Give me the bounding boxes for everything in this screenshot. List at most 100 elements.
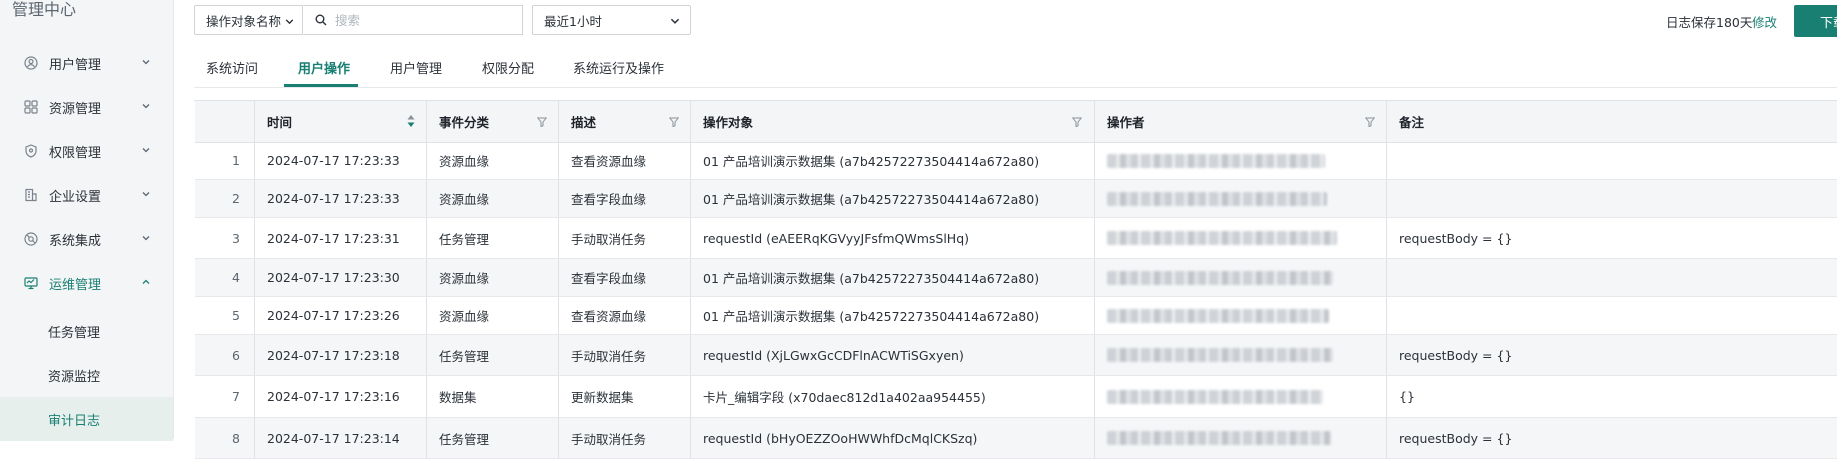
cell-target: 卡片_编辑字段 (x70daec812d1a402aa954455) — [691, 376, 1095, 417]
cell-time: 2024-07-17 17:23:33 — [255, 142, 427, 179]
cell-time: 2024-07-17 17:23:33 — [255, 180, 427, 217]
cell-category: 资源血缘 — [427, 259, 559, 296]
cell-target: requestId (eAEERqKGVyyJFsfmQWmsSlHq) — [691, 218, 1095, 258]
download-button[interactable]: 下载 — [1794, 5, 1837, 37]
sidebar-item-label: 用户管理 — [49, 57, 102, 73]
user-icon — [24, 56, 38, 70]
tab-user-operations[interactable]: 用户操作 — [298, 54, 350, 88]
redacted-operator — [1107, 191, 1327, 206]
cell-description: 查看资源血缘 — [559, 297, 691, 334]
app-title: 管理中心 — [12, 0, 77, 19]
row-index: 3 — [195, 218, 255, 258]
tab-user-management[interactable]: 用户管理 — [390, 54, 442, 88]
redacted-operator — [1107, 348, 1333, 362]
chevron-up-icon — [141, 277, 153, 289]
search-box[interactable] — [303, 5, 523, 35]
sidebar-subitem-label: 资源监控 — [48, 369, 101, 385]
cell-target: 01 产品培训演示数据集 (a7b42572273504414a672a80) — [691, 259, 1095, 296]
cell-operator — [1095, 142, 1387, 179]
cell-target: 01 产品培训演示数据集 (a7b42572273504414a672a80) — [691, 142, 1095, 179]
redacted-operator — [1107, 270, 1333, 285]
chevron-down-icon — [141, 233, 153, 245]
table-row[interactable]: 5 2024-07-17 17:23:26 资源血缘 查看资源血缘 01 产品培… — [195, 297, 1837, 335]
cell-remark — [1387, 259, 1837, 296]
cell-time: 2024-07-17 17:23:30 — [255, 259, 427, 296]
download-button-label: 下载 — [1820, 15, 1837, 31]
field-select[interactable]: 操作对象名称 — [194, 5, 303, 35]
tab-permission-assignment[interactable]: 权限分配 — [482, 54, 534, 88]
column-header-target[interactable]: 操作对象 — [691, 101, 1095, 142]
cell-target: requestId (bHyOEZZOoHWWhfDcMqlCKSzq) — [691, 418, 1095, 458]
column-header-label: 时间 — [267, 115, 293, 130]
search-icon — [315, 14, 327, 26]
table-row[interactable]: 1 2024-07-17 17:23:33 资源血缘 查看资源血缘 01 产品培… — [195, 142, 1837, 180]
cell-operator — [1095, 418, 1387, 458]
integration-icon — [24, 232, 38, 246]
sidebar-subitem-task-management[interactable]: 任务管理 — [0, 309, 173, 353]
cell-description: 查看字段血缘 — [559, 180, 691, 217]
cell-operator — [1095, 259, 1387, 296]
sidebar-item-permission-management[interactable]: 权限管理 — [0, 129, 173, 173]
chevron-down-icon — [284, 15, 295, 30]
sidebar-item-label: 权限管理 — [49, 145, 102, 161]
cell-target: requestId (XjLGwxGcCDFlnACWTiSGxyen) — [691, 335, 1095, 375]
building-icon — [24, 188, 38, 202]
cell-category: 资源血缘 — [427, 180, 559, 217]
column-header-label: 描述 — [571, 115, 597, 130]
redacted-operator — [1107, 389, 1323, 404]
redacted-operator — [1107, 153, 1325, 168]
search-input[interactable] — [333, 11, 507, 29]
log-retention-text: 日志保存180天 — [1666, 15, 1753, 30]
column-header-category[interactable]: 事件分类 — [427, 101, 559, 142]
sidebar: 管理中心 用户管理 资源管理 权限管理 企业设置 系统集成 运维管理 任务管理 … — [0, 0, 174, 441]
sidebar-item-resource-management[interactable]: 资源管理 — [0, 85, 173, 129]
monitor-icon — [24, 276, 38, 290]
filter-icon[interactable] — [536, 115, 548, 128]
cell-remark: requestBody = {} — [1399, 430, 1513, 446]
row-index: 7 — [195, 376, 255, 417]
row-index: 4 — [195, 259, 255, 296]
column-header-operator[interactable]: 操作者 — [1095, 101, 1387, 142]
cell-description: 更新数据集 — [559, 376, 691, 417]
table-header: 时间 事件分类 描述 操作对象 操作者 备注 — [195, 101, 1837, 143]
cell-target: 01 产品培训演示数据集 (a7b42572273504414a672a80) — [691, 297, 1095, 334]
sidebar-subitem-resource-monitoring[interactable]: 资源监控 — [0, 353, 173, 397]
sidebar-subitem-audit-log[interactable]: 审计日志 — [0, 397, 173, 441]
column-header-remark: 备注 — [1387, 101, 1837, 142]
tab-system-access[interactable]: 系统访问 — [206, 54, 258, 88]
modify-retention-link[interactable]: 修改 — [1752, 12, 1777, 31]
filter-icon[interactable] — [1364, 115, 1376, 128]
table-row[interactable]: 2 2024-07-17 17:23:33 资源血缘 查看字段血缘 01 产品培… — [195, 180, 1837, 218]
sidebar-item-system-integration[interactable]: 系统集成 — [0, 217, 173, 261]
sidebar-item-ops-management[interactable]: 运维管理 — [0, 261, 173, 305]
redacted-operator — [1107, 431, 1331, 445]
chevron-down-icon — [669, 15, 681, 30]
row-index: 8 — [195, 418, 255, 458]
column-header-label: 操作对象 — [703, 115, 754, 130]
time-range-select[interactable]: 最近1小时 — [532, 5, 691, 35]
cell-operator — [1095, 335, 1387, 375]
table-row[interactable]: 3 2024-07-17 17:23:31 任务管理 手动取消任务 reques… — [195, 218, 1837, 259]
cell-category: 任务管理 — [427, 335, 559, 375]
row-index: 2 — [195, 180, 255, 217]
cell-time: 2024-07-17 17:23:16 — [255, 376, 427, 417]
column-header-description[interactable]: 描述 — [559, 101, 691, 142]
sidebar-item-enterprise-settings[interactable]: 企业设置 — [0, 173, 173, 217]
sort-icon[interactable] — [407, 114, 415, 128]
tab-system-operations[interactable]: 系统运行及操作 — [573, 54, 664, 88]
sidebar-item-user-management[interactable]: 用户管理 — [0, 41, 173, 85]
cell-operator — [1095, 218, 1387, 258]
column-header-label: 备注 — [1399, 115, 1425, 130]
redacted-operator — [1107, 308, 1329, 323]
table-row[interactable]: 4 2024-07-17 17:23:30 资源血缘 查看字段血缘 01 产品培… — [195, 259, 1837, 297]
column-header-label: 操作者 — [1107, 115, 1145, 130]
cell-description: 手动取消任务 — [559, 418, 691, 458]
cell-remark: requestBody = {} — [1399, 230, 1513, 246]
tab-divider — [194, 87, 1837, 88]
table-row[interactable]: 7 2024-07-17 17:23:16 数据集 更新数据集 卡片_编辑字段 … — [195, 376, 1837, 418]
column-header-time[interactable]: 时间 — [255, 101, 427, 142]
filter-icon[interactable] — [1071, 115, 1083, 128]
row-index: 6 — [195, 335, 255, 375]
table-row[interactable]: 6 2024-07-17 17:23:18 任务管理 手动取消任务 reques… — [195, 335, 1837, 376]
filter-icon[interactable] — [668, 115, 680, 128]
